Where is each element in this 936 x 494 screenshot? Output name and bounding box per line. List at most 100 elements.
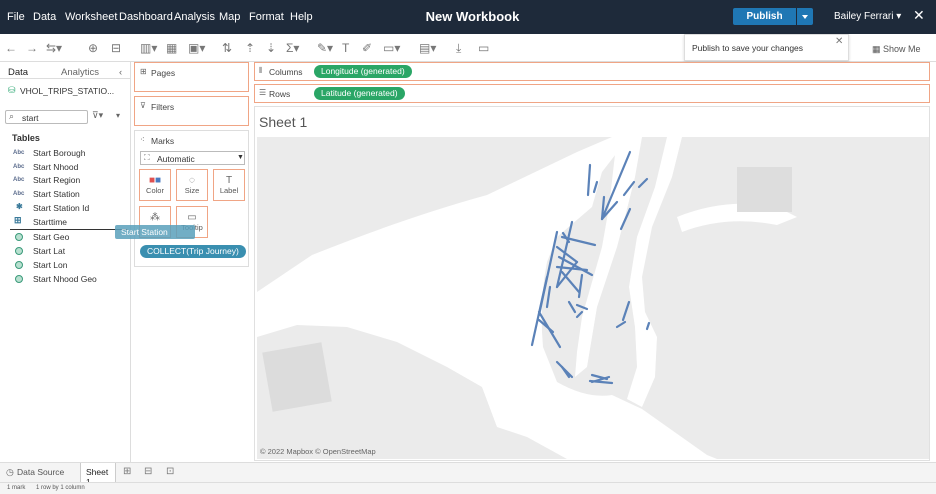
rows-icon: ☰ bbox=[259, 88, 267, 97]
menu-analysis[interactable]: Analysis bbox=[174, 11, 215, 23]
menu-file[interactable]: File bbox=[7, 11, 25, 23]
rows-shelf[interactable]: ☰ Rows Latitude (generated) bbox=[254, 84, 930, 103]
size-label: Size bbox=[184, 186, 200, 195]
collapse-pane-icon[interactable]: ‹ bbox=[119, 67, 122, 78]
data-pane: Data Analytics ‹ ⛁ VHOL_TRIPS_STATIO... … bbox=[0, 62, 131, 462]
fit-icon[interactable]: ▭▾ bbox=[383, 41, 400, 55]
tab-sheet-1[interactable]: Sheet 1 bbox=[80, 463, 116, 487]
menu-help[interactable]: Help bbox=[290, 11, 313, 23]
field-start-borough[interactable]: Start Borough bbox=[33, 148, 85, 158]
sort-ascending-icon[interactable]: ⇡ bbox=[245, 41, 255, 55]
size-button[interactable]: ◌ Size bbox=[176, 169, 208, 201]
field-start-geo[interactable]: Start Geo bbox=[33, 232, 69, 242]
color-button[interactable]: ■■ Color bbox=[139, 169, 171, 201]
tab-analytics[interactable]: Analytics bbox=[61, 67, 99, 78]
menu-worksheet[interactable]: Worksheet bbox=[65, 11, 117, 23]
workbook-title: New Workbook bbox=[425, 9, 520, 24]
clear-sheet-icon[interactable]: ▣▾ bbox=[188, 41, 205, 55]
datasource-icon: ⛁ bbox=[8, 85, 16, 95]
highlight-icon[interactable]: ✎▾ bbox=[317, 41, 333, 55]
close-tooltip-icon[interactable]: ✕ bbox=[835, 36, 843, 47]
dragged-field-ghost[interactable]: Start Station bbox=[115, 225, 195, 239]
totals-icon[interactable]: Σ▾ bbox=[286, 41, 299, 55]
redo-replay-icon[interactable]: ⇆▾ bbox=[46, 41, 62, 55]
download-icon[interactable]: ⤓ bbox=[456, 41, 461, 55]
chevron-down-icon: ▼ bbox=[237, 154, 244, 161]
pause-updates-icon[interactable]: ⊟ bbox=[111, 41, 121, 55]
show-labels-icon[interactable]: T bbox=[342, 41, 349, 55]
sheet-title[interactable]: Sheet 1 bbox=[259, 114, 307, 130]
row-column-count: 1 row by 1 column bbox=[36, 485, 85, 491]
marks-card-title: Marks bbox=[151, 136, 175, 146]
filters-card[interactable]: ⊽ Filters bbox=[134, 96, 249, 126]
sheet-tabs-bar: ◷ Data Source Sheet 1 ⊞ ⊟ ⊡ bbox=[0, 462, 936, 487]
data-source-icon: ◷ bbox=[6, 467, 14, 477]
map-park bbox=[737, 167, 792, 212]
filters-icon: ⊽ bbox=[140, 101, 146, 110]
tab-data[interactable]: Data bbox=[8, 67, 28, 78]
new-dashboard-icon[interactable]: ⊟ bbox=[144, 466, 152, 477]
search-input[interactable]: ⌕ start bbox=[5, 110, 88, 124]
show-me-button[interactable]: ▦ Show Me bbox=[872, 44, 921, 55]
collect-trip-journey-pill[interactable]: COLLECT(Trip Journey) bbox=[140, 245, 246, 258]
map-view[interactable] bbox=[257, 137, 929, 459]
globe-icon bbox=[15, 261, 23, 269]
sort-descending-icon[interactable]: ⇣ bbox=[266, 41, 276, 55]
mark-type-value: Automatic bbox=[157, 154, 195, 164]
close-icon[interactable]: ✕ bbox=[913, 7, 925, 24]
pages-card[interactable]: ⊞ Pages bbox=[134, 62, 249, 92]
string-type-icon: Abc bbox=[13, 191, 25, 197]
menu-format[interactable]: Format bbox=[249, 11, 284, 23]
drop-indicator bbox=[10, 229, 128, 230]
field-start-nhood[interactable]: Start Nhood bbox=[33, 162, 78, 172]
field-start-region[interactable]: Start Region bbox=[33, 175, 80, 185]
search-icon: ⌕ bbox=[9, 111, 15, 121]
new-worksheet-icon[interactable]: ▥▾ bbox=[140, 41, 157, 55]
tables-heading: Tables bbox=[12, 133, 40, 143]
publish-button[interactable]: Publish bbox=[733, 8, 796, 25]
tooltip-icon: ▭ bbox=[187, 212, 197, 223]
marks-card: ⁖ Marks ⛶ Automatic ▼ ■■ Color ◌ Size T … bbox=[134, 130, 249, 267]
show-me-icon: ▦ bbox=[872, 44, 884, 54]
format-icon[interactable]: ✐ bbox=[362, 41, 372, 55]
columns-label: Columns bbox=[269, 67, 303, 77]
view-area: Sheet 1 © 2022 Mapbox © OpenStreetMap bbox=[254, 106, 930, 461]
publish-tooltip: Publish to save your changes ✕ bbox=[684, 34, 849, 61]
duplicate-sheet-icon[interactable]: ▦ bbox=[166, 41, 177, 55]
status-bar: 1 mark 1 row by 1 column bbox=[0, 482, 936, 494]
columns-shelf[interactable]: ⦀ Columns Longitude (generated) bbox=[254, 62, 930, 81]
number-type-icon: ✱ bbox=[16, 202, 23, 211]
publish-dropdown-button[interactable] bbox=[797, 8, 813, 25]
user-menu[interactable]: Bailey Ferrari ▾ bbox=[834, 11, 901, 22]
menu-map[interactable]: Map bbox=[219, 11, 240, 23]
view-options-icon[interactable]: ▾ bbox=[116, 111, 120, 120]
field-start-lon[interactable]: Start Lon bbox=[33, 260, 68, 270]
color-icon: ■■ bbox=[148, 175, 162, 186]
string-type-icon: Abc bbox=[13, 164, 25, 170]
field-start-station[interactable]: Start Station bbox=[33, 189, 80, 199]
fix-axes-icon[interactable]: ▤▾ bbox=[419, 41, 436, 55]
presentation-icon[interactable]: ▭ bbox=[478, 41, 489, 55]
search-value: start bbox=[22, 113, 39, 123]
longitude-pill[interactable]: Longitude (generated) bbox=[314, 65, 412, 78]
back-icon[interactable]: ← bbox=[5, 41, 17, 55]
mark-type-select[interactable]: ⛶ Automatic ▼ bbox=[140, 151, 245, 165]
label-icon: T bbox=[225, 175, 233, 186]
field-start-lat[interactable]: Start Lat bbox=[33, 246, 65, 256]
new-story-icon[interactable]: ⊡ bbox=[166, 466, 174, 477]
label-button[interactable]: T Label bbox=[213, 169, 245, 201]
menu-data[interactable]: Data bbox=[33, 11, 56, 23]
filter-icon[interactable]: ⊽▾ bbox=[92, 110, 103, 121]
tab-data-source[interactable]: Data Source bbox=[17, 467, 64, 477]
menu-dashboard[interactable]: Dashboard bbox=[119, 11, 173, 23]
latitude-pill[interactable]: Latitude (generated) bbox=[314, 87, 405, 100]
size-icon: ◌ bbox=[189, 175, 195, 186]
new-datasource-icon[interactable]: ⊕ bbox=[88, 41, 98, 55]
forward-icon[interactable]: → bbox=[26, 41, 38, 55]
new-worksheet-icon[interactable]: ⊞ bbox=[123, 466, 131, 477]
field-starttime[interactable]: Starttime bbox=[33, 217, 67, 227]
field-start-nhood-geo[interactable]: Start Nhood Geo bbox=[33, 274, 97, 284]
datasource-name[interactable]: VHOL_TRIPS_STATIO... bbox=[20, 86, 114, 96]
swap-icon[interactable]: ⇅ bbox=[222, 41, 232, 55]
field-start-station-id[interactable]: Start Station Id bbox=[33, 203, 89, 213]
